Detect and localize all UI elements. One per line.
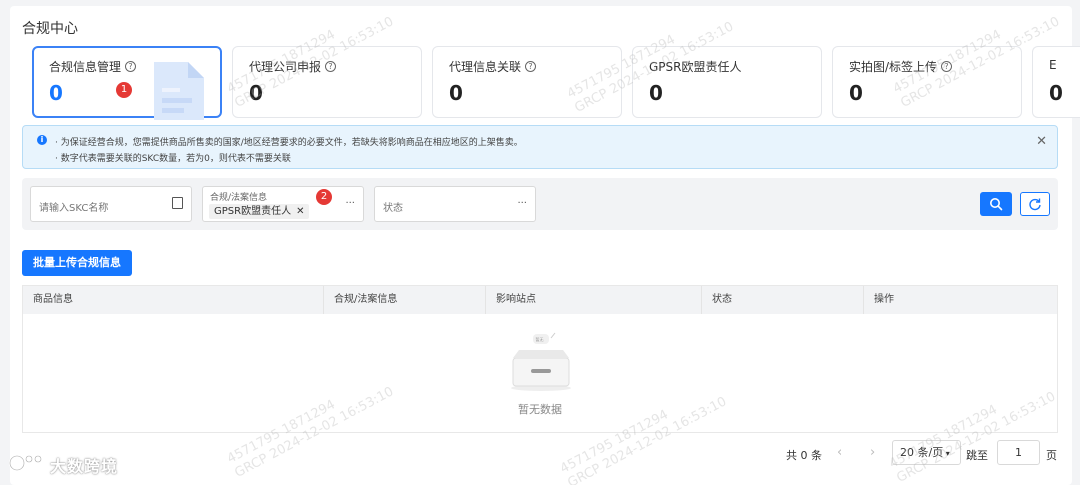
tab-label: 代理信息关联 — [449, 60, 522, 74]
info-notice: i · 为保证经营合规，您需提供商品所售卖的国家/地区经营要求的必要文件，若缺失… — [22, 125, 1058, 169]
selected-tag: GPSR欧盟责任人 ✕ — [209, 204, 310, 219]
tab-label: 代理公司申报 — [249, 60, 322, 74]
status-select[interactable]: 状态 ··· — [374, 186, 536, 222]
close-icon[interactable]: ✕ — [1036, 134, 1047, 149]
total-count: 共 0 条 — [786, 449, 822, 462]
compliance-select-label: 合规/法案信息 — [210, 193, 268, 203]
page-label: 页 — [1046, 449, 1057, 462]
chevron-down-icon: ▾ — [943, 449, 950, 458]
column-header: 影响站点 — [485, 286, 701, 314]
tab-agent-info-association[interactable]: 代理信息关联? 0 — [432, 46, 622, 118]
status-placeholder: 状态 — [383, 203, 403, 214]
notice-line-1: · 为保证经营合规，您需提供商品所售卖的国家/地区经营要求的必要文件，若缺失将影… — [55, 138, 523, 148]
search-button[interactable] — [980, 192, 1012, 216]
compliance-center-page: 合规中心 合规信息管理? 0 1 代理公司申报? 0 代理信息关联? 0 GPS… — [10, 6, 1080, 485]
batch-input-icon[interactable] — [172, 197, 183, 209]
tab-gpsr-eu-responsible[interactable]: GPSR欧盟责任人 0 — [632, 46, 822, 118]
empty-box-label: 暂无 — [536, 336, 544, 342]
tab-label: E — [1049, 58, 1057, 72]
info-icon: i — [37, 135, 47, 145]
tab-photo-label-upload[interactable]: 实拍图/标签上传? 0 — [832, 46, 1022, 118]
jump-page-input[interactable]: 1 — [997, 440, 1040, 465]
refresh-icon — [1029, 198, 1041, 211]
tab-label: 实拍图/标签上传 — [849, 60, 938, 74]
brand-logo-icon — [9, 455, 42, 471]
compliance-select[interactable]: 合规/法案信息 2 GPSR欧盟责任人 ✕ ··· — [202, 186, 364, 222]
refresh-button[interactable] — [1020, 192, 1050, 216]
remove-tag-icon[interactable]: ✕ — [296, 206, 304, 217]
more-icon[interactable]: ··· — [345, 198, 355, 209]
help-icon[interactable]: ? — [125, 61, 137, 72]
tab-label: GPSR欧盟责任人 — [649, 60, 742, 74]
step-badge: 1 — [116, 82, 132, 98]
tab-count: 0 — [449, 81, 463, 105]
selected-tag-label: GPSR欧盟责任人 — [214, 206, 292, 217]
skc-placeholder: 请输入SKC名称 — [39, 203, 109, 214]
tab-count: 0 — [49, 81, 63, 105]
tab-label: 合规信息管理 — [49, 60, 122, 74]
column-header: 商品信息 — [33, 294, 73, 305]
filter-bar: 请输入SKC名称 合规/法案信息 2 GPSR欧盟责任人 ✕ ··· 状态 ··· — [22, 178, 1058, 230]
step-badge: 2 — [316, 189, 332, 205]
next-page-icon[interactable]: › — [870, 445, 875, 460]
brand-watermark: 大数跨境 — [50, 457, 119, 476]
more-icon[interactable]: ··· — [517, 198, 527, 209]
tab-count: 0 — [1049, 81, 1063, 105]
empty-box-icon: 暂无 — [511, 332, 571, 391]
tab-count: 0 — [649, 81, 663, 105]
pagination: 共 0 条 ‹ › 20 条/页 ▾ 跳至 1 页 — [10, 440, 1072, 466]
tab-count: 0 — [249, 81, 263, 105]
page-size-select[interactable]: 20 条/页 ▾ — [892, 440, 961, 465]
jump-label: 跳至 — [966, 449, 988, 462]
tab-count: 0 — [849, 81, 863, 105]
skc-search-input[interactable]: 请输入SKC名称 — [30, 186, 192, 222]
tab-partial-next[interactable]: E 0 — [1032, 46, 1080, 118]
tab-compliance-info-management[interactable]: 合规信息管理? 0 1 — [32, 46, 222, 120]
column-header: 合规/法案信息 — [323, 286, 485, 314]
prev-page-icon[interactable]: ‹ — [837, 445, 842, 460]
search-icon — [990, 198, 1003, 211]
bulk-upload-button[interactable]: 批量上传合规信息 — [22, 250, 132, 276]
page-size-label: 20 条/页 — [900, 446, 944, 459]
help-icon[interactable]: ? — [525, 61, 537, 72]
page-title: 合规中心 — [22, 21, 78, 37]
column-header: 操作 — [863, 286, 1059, 314]
tab-agent-company-declaration[interactable]: 代理公司申报? 0 — [232, 46, 422, 118]
compliance-table: 商品信息 合规/法案信息 影响站点 状态 操作 暂无 暂无数据 — [22, 285, 1058, 433]
document-illustration-icon — [154, 62, 204, 120]
column-header: 状态 — [701, 286, 863, 314]
help-icon[interactable]: ? — [325, 61, 337, 72]
empty-text: 暂无数据 — [518, 403, 562, 416]
notice-line-2: · 数字代表需要关联的SKC数量，若为0，则代表不需要关联 — [55, 154, 291, 164]
table-header: 商品信息 合规/法案信息 影响站点 状态 操作 — [23, 286, 1057, 314]
help-icon[interactable]: ? — [941, 61, 953, 72]
